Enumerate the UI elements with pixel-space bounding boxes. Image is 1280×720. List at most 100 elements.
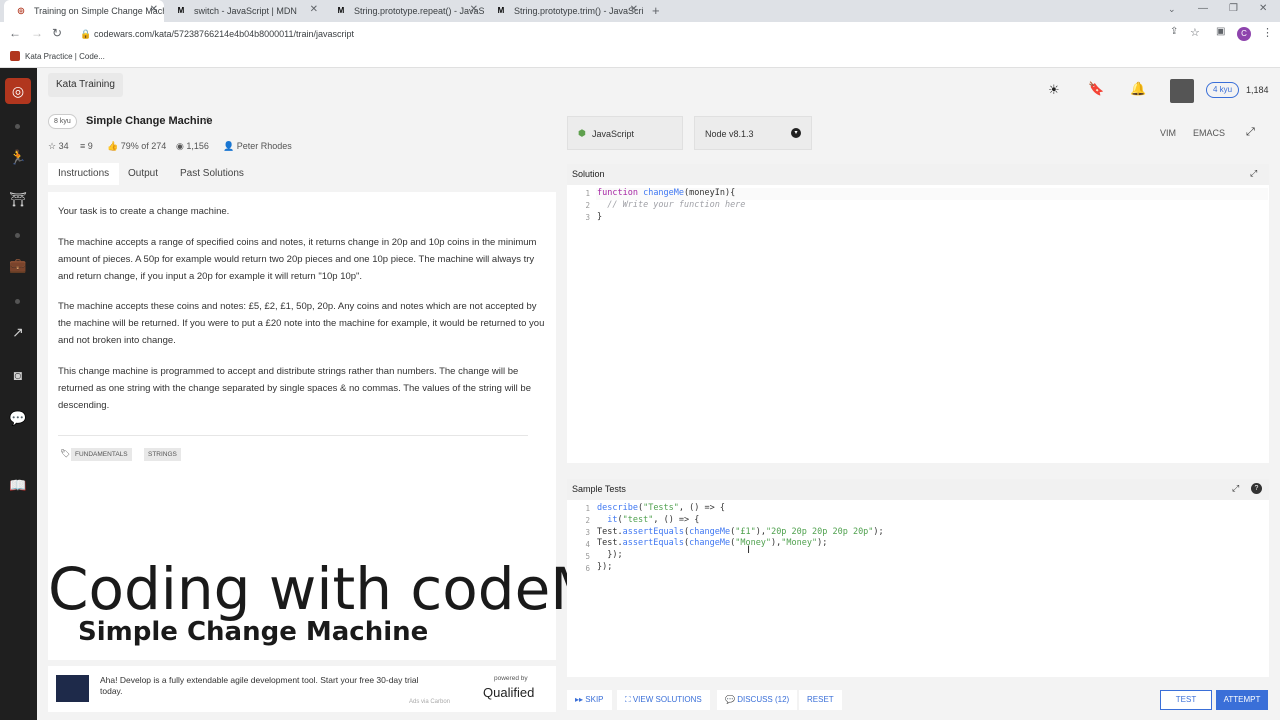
notifications-icon[interactable]: 🔔 xyxy=(1130,81,1146,97)
ad-powered-by: powered by xyxy=(494,675,528,682)
unlock-icon: ⛶ xyxy=(625,695,631,704)
author-name[interactable]: Peter Rhodes xyxy=(237,141,292,151)
expand-icon[interactable]: ⤢ xyxy=(1250,168,1257,179)
codewars-icon: ◎ xyxy=(17,6,25,15)
codewars-icon xyxy=(10,51,20,61)
url-field[interactable]: 🔒 codewars.com/kata/57238766214e4b04b800… xyxy=(76,26,1206,43)
leaderboard-icon[interactable]: ↗ xyxy=(9,323,27,341)
mdn-icon: M xyxy=(177,6,185,15)
emacs-mode-button[interactable]: EMACS xyxy=(1193,128,1225,138)
language-select[interactable]: ⬢ JavaScript xyxy=(567,116,683,150)
tests-title: Sample Tests xyxy=(572,484,626,494)
user-avatar[interactable] xyxy=(1170,79,1194,103)
menu-icon[interactable]: ⋮ xyxy=(1262,26,1273,39)
training-icon[interactable]: 🏃 xyxy=(9,148,27,166)
completions-stat: ◉ 1,156 xyxy=(176,141,209,152)
thumbs-icon: 👍 xyxy=(107,141,119,151)
back-icon[interactable]: ← xyxy=(9,26,21,40)
address-bar-row: ← → ↻ 🔒 codewars.com/kata/57238766214e4b… xyxy=(0,22,1280,46)
tab-past-solutions[interactable]: Past Solutions xyxy=(180,163,244,185)
bookmarks-icon[interactable]: 🔖 xyxy=(1088,81,1104,97)
instruction-paragraph: Your task is to create a change machine. xyxy=(58,206,230,217)
discord-icon[interactable]: ◙ xyxy=(9,366,27,384)
sidepanel-icon[interactable]: ▣ xyxy=(1216,26,1225,37)
reset-button[interactable]: RESET xyxy=(799,690,842,710)
discuss-button[interactable]: 💬 DISCUSS (12) xyxy=(717,690,798,710)
browser-tab-switch[interactable]: M switch - JavaScript | MDN ✕ xyxy=(164,0,324,22)
expand-icon[interactable]: ⤢ xyxy=(1232,483,1239,494)
tag-strings[interactable]: STRINGS xyxy=(144,448,181,461)
ad-panel[interactable]: Aha! Develop is a fully extendable agile… xyxy=(48,666,556,712)
tab-search-icon[interactable]: ⌄ xyxy=(1168,4,1176,15)
reload-icon[interactable]: ↻ xyxy=(52,26,62,40)
nodejs-icon: ⬢ xyxy=(578,128,586,138)
close-icon[interactable]: ✕ xyxy=(630,4,638,15)
restore-icon[interactable]: ❐ xyxy=(1229,3,1238,14)
new-tab-button[interactable]: + xyxy=(652,3,660,18)
share-icon[interactable]: ⇪ xyxy=(1170,26,1178,37)
line-number: 5 xyxy=(585,552,590,561)
ad-via: Ads via Carbon xyxy=(409,699,451,705)
skip-label: SKIP xyxy=(585,695,604,704)
minimize-icon[interactable]: — xyxy=(1198,3,1208,14)
kata-title: Simple Change Machine xyxy=(86,115,213,127)
tag-fundamentals[interactable]: FUNDAMENTALS xyxy=(71,448,132,461)
chat-icon: 💬 xyxy=(725,695,735,704)
test-button[interactable]: TEST xyxy=(1160,690,1212,710)
forward-icon[interactable]: → xyxy=(31,26,43,40)
window-close-icon[interactable]: ✕ xyxy=(1259,3,1267,14)
line-number: 1 xyxy=(585,504,590,513)
theme-toggle-icon[interactable]: ☀ xyxy=(1048,82,1060,98)
instruction-paragraph: The machine accepts a range of specified… xyxy=(58,237,537,282)
close-icon[interactable]: ✕ xyxy=(470,4,478,15)
bookmark-star-icon[interactable]: ☆ xyxy=(1190,26,1200,39)
chat-icon[interactable]: 💬 xyxy=(9,409,27,427)
fullscreen-icon[interactable]: ⤢ xyxy=(1246,126,1255,139)
line-number: 2 xyxy=(585,201,590,210)
collections-stat: ≡ 9 xyxy=(80,141,93,151)
browser-tab-trim[interactable]: M String.prototype.trim() - JavaScri ✕ xyxy=(484,0,644,22)
skip-button[interactable]: ▸▸ SKIP xyxy=(567,690,612,710)
divider xyxy=(58,435,528,436)
collections-count: 9 xyxy=(87,141,93,151)
bookmarks-bar: Kata Practice | Code... xyxy=(0,46,1280,68)
browser-tab-repeat[interactable]: M String.prototype.repeat() - JavaScr ✕ xyxy=(324,0,484,22)
tests-header xyxy=(567,479,1269,500)
tab-instructions[interactable]: Instructions xyxy=(48,163,120,185)
line-number: 3 xyxy=(585,213,590,222)
page-section-label: Kata Training xyxy=(48,73,123,97)
solution-editor[interactable]: function changeMe(moneyIn){ // Write you… xyxy=(597,188,1257,223)
bookmark-link[interactable]: Kata Practice | Code... xyxy=(25,52,105,61)
instruction-tabs: Instructions Output Past Solutions xyxy=(48,163,556,185)
dojo-icon[interactable]: ⛩ xyxy=(9,190,27,208)
check-icon: ✓ xyxy=(202,115,211,126)
browser-tab-bar: ◎ Training on Simple Change Mach ✕ M swi… xyxy=(0,0,1280,22)
text-cursor-icon: I xyxy=(747,544,751,556)
completions-icon: ◉ xyxy=(176,141,184,151)
video-title-overlay: Simple Change Machine xyxy=(78,617,429,647)
view-solutions-button[interactable]: ⛶ VIEW SOLUTIONS xyxy=(617,690,710,710)
jobs-icon[interactable]: 💼 xyxy=(9,256,27,274)
tests-editor[interactable]: describe("Tests", () => { it("test", () … xyxy=(597,503,1257,574)
stars-count: 34 xyxy=(58,141,69,151)
instruction-paragraph: This change machine is programmed to acc… xyxy=(58,366,531,411)
browser-tab-codewars[interactable]: ◎ Training on Simple Change Mach ✕ xyxy=(4,0,164,22)
line-number: 2 xyxy=(585,516,590,525)
close-icon[interactable]: ✕ xyxy=(310,4,318,15)
star-icon[interactable]: ☆ xyxy=(48,141,56,151)
codewars-logo-icon[interactable]: ◎ xyxy=(5,78,31,104)
tab-output[interactable]: Output xyxy=(128,163,158,185)
vim-mode-button[interactable]: VIM xyxy=(1160,128,1176,138)
attempt-button[interactable]: ATTEMPT xyxy=(1216,690,1268,710)
completions-count: 1,156 xyxy=(186,141,209,151)
divider-dot xyxy=(15,233,20,238)
solution-title: Solution xyxy=(572,169,605,179)
help-icon[interactable]: ? xyxy=(1251,483,1262,494)
mdn-icon: M xyxy=(337,6,345,15)
close-icon[interactable]: ✕ xyxy=(150,4,158,15)
docs-icon[interactable]: 📖 xyxy=(9,476,27,494)
mdn-icon: M xyxy=(497,6,505,15)
satisfaction-value: 79% of 274 xyxy=(120,141,167,151)
profile-avatar[interactable]: C xyxy=(1237,27,1251,41)
version-select[interactable]: Node v8.1.3 ▾ xyxy=(694,116,812,150)
